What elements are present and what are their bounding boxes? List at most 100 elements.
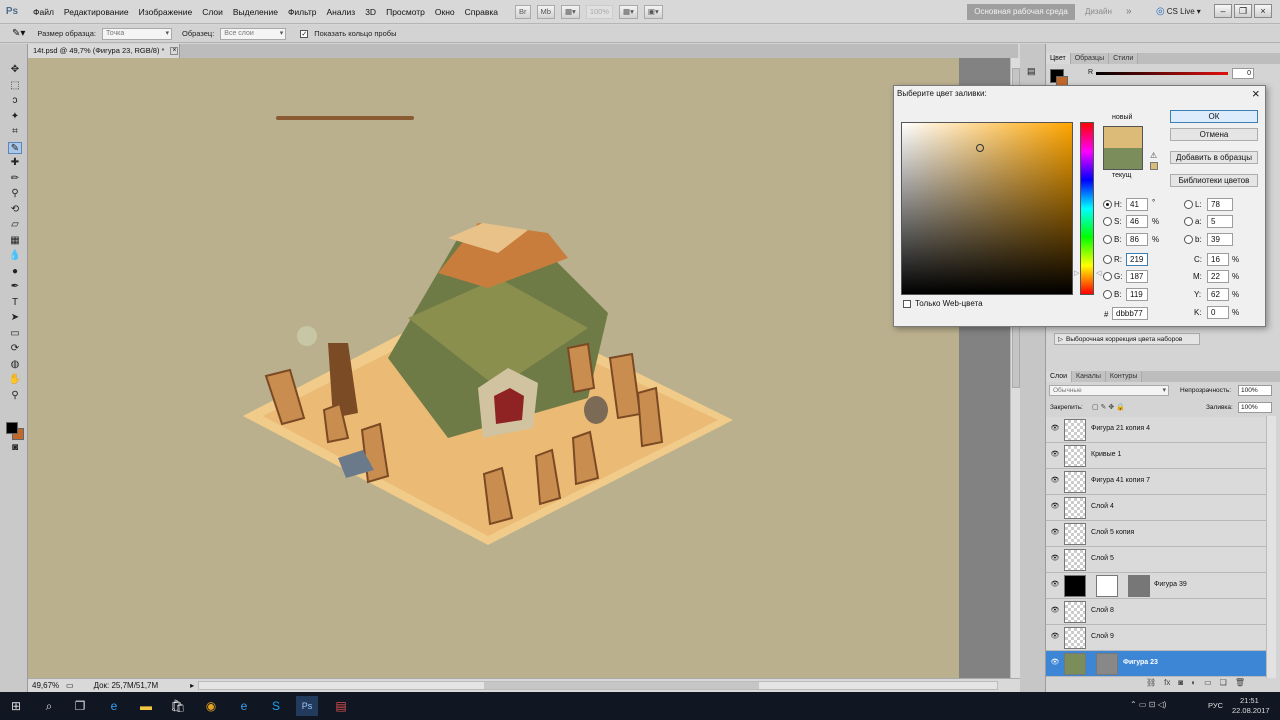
- web-only-option[interactable]: Только Web-цвета: [903, 299, 983, 308]
- status-menu-icon[interactable]: ▭: [66, 681, 74, 690]
- arrange-documents-button[interactable]: ▦▾: [619, 4, 638, 19]
- more-workspaces-button[interactable]: »: [1126, 4, 1132, 20]
- menu-item-5[interactable]: Фильтр: [283, 0, 322, 24]
- lock-icons[interactable]: ▢ ✎ ✥ 🔒: [1092, 403, 1125, 411]
- eraser-tool-icon[interactable]: ▱: [8, 219, 22, 231]
- cs-live-button[interactable]: ◎ CS Live ▾: [1156, 4, 1201, 20]
- chrome-icon[interactable]: ◉: [200, 696, 222, 716]
- cancel-button[interactable]: Отмена: [1170, 128, 1258, 141]
- l-field[interactable]: 78: [1207, 198, 1233, 211]
- current-color-swatch[interactable]: [1103, 148, 1143, 170]
- crop-tool-icon[interactable]: ⌗: [8, 126, 22, 138]
- sample-select[interactable]: Все слои: [220, 27, 287, 40]
- windows-start-icon[interactable]: ⊞: [5, 696, 27, 716]
- tab-paths[interactable]: Контуры: [1105, 371, 1143, 382]
- bridge-button[interactable]: Br: [515, 4, 531, 19]
- add-to-swatches-button[interactable]: Добавить в образцы: [1170, 151, 1258, 164]
- tab-channels[interactable]: Каналы: [1072, 371, 1106, 382]
- task-view-icon[interactable]: ❐: [69, 696, 91, 716]
- visibility-eye-icon[interactable]: 👁: [1050, 658, 1060, 668]
- menu-item-4[interactable]: Выделение: [228, 0, 283, 24]
- hue-slider-marker-right[interactable]: ◁: [1096, 269, 1101, 277]
- 3d-orbit-tool-icon[interactable]: ◍: [8, 359, 22, 371]
- visibility-eye-icon[interactable]: 👁: [1050, 606, 1060, 616]
- rgb-b-field[interactable]: 119: [1126, 288, 1148, 301]
- y-field[interactable]: 62: [1207, 288, 1229, 301]
- clock-date[interactable]: 22.08.2017: [1232, 706, 1270, 715]
- k-field[interactable]: 0: [1207, 306, 1229, 319]
- layer-row[interactable]: 👁 Кривые 1: [1046, 443, 1266, 469]
- menu-item-8[interactable]: Просмотр: [381, 0, 430, 24]
- visibility-eye-icon[interactable]: 👁: [1050, 554, 1060, 564]
- foreground-color-icon[interactable]: [6, 422, 18, 434]
- restore-button[interactable]: ❐: [1234, 4, 1252, 18]
- layer-row[interactable]: 👁 Слой 4: [1046, 495, 1266, 521]
- search-icon[interactable]: ⌕: [38, 696, 60, 716]
- b-field[interactable]: 86: [1126, 233, 1148, 246]
- menu-item-10[interactable]: Справка: [460, 0, 503, 24]
- opacity-field[interactable]: 100%: [1238, 385, 1272, 396]
- clone-stamp-tool-icon[interactable]: ⚲: [8, 188, 22, 200]
- layer-row[interactable]: 👁 Слой 5: [1046, 547, 1266, 573]
- lab-b-radio[interactable]: [1184, 235, 1193, 244]
- a-radio[interactable]: [1184, 217, 1193, 226]
- ie-icon[interactable]: e: [233, 696, 255, 716]
- show-ring-checkbox[interactable]: ✓: [300, 29, 309, 38]
- menu-item-2[interactable]: Изображение: [134, 0, 198, 24]
- rgb-b-radio[interactable]: [1103, 290, 1112, 299]
- color-libraries-button[interactable]: Библиотеки цветов: [1170, 174, 1258, 187]
- layer-row[interactable]: 👁 Фигура 21 копия 4: [1046, 417, 1266, 443]
- layer-style-icon[interactable]: fx: [1164, 678, 1170, 687]
- minibridge-button[interactable]: Mb: [536, 4, 555, 19]
- delete-layer-icon[interactable]: 🗑: [1235, 678, 1245, 687]
- gamut-swatch[interactable]: [1150, 162, 1158, 170]
- hex-field[interactable]: dbbb77: [1112, 307, 1148, 320]
- document-tab[interactable]: 14t.psd @ 49,7% (Фигура 23, RGB/8) * ×: [28, 44, 180, 58]
- saturation-brightness-field[interactable]: [901, 122, 1073, 295]
- zoom-tool-icon[interactable]: ⚲: [8, 390, 22, 402]
- layer-row[interactable]: 👁 Слой 9: [1046, 625, 1266, 651]
- adjustment-layer-icon[interactable]: ◐: [1191, 678, 1196, 687]
- minimize-button[interactable]: –: [1214, 4, 1232, 18]
- layer-mask-thumbnail[interactable]: [1096, 653, 1118, 675]
- history-brush-tool-icon[interactable]: ⟲: [8, 204, 22, 216]
- hue-slider[interactable]: [1080, 122, 1094, 295]
- layer-mask-thumbnail[interactable]: [1096, 575, 1118, 597]
- r-radio[interactable]: [1103, 255, 1112, 264]
- out-of-gamut-icon[interactable]: ⚠: [1150, 151, 1157, 160]
- clock-time[interactable]: 21:51: [1240, 696, 1259, 705]
- a-field[interactable]: 5: [1207, 215, 1233, 228]
- zoom-level[interactable]: 100%: [585, 4, 613, 19]
- marquee-tool-icon[interactable]: ⬚: [8, 80, 22, 92]
- color-field-cursor[interactable]: [976, 144, 984, 152]
- path-select-tool-icon[interactable]: ➤: [8, 312, 22, 324]
- photoshop-taskbar-icon[interactable]: Ps: [296, 696, 318, 716]
- menu-item-1[interactable]: Редактирование: [59, 0, 134, 24]
- dialog-close-button[interactable]: ×: [1252, 86, 1260, 102]
- m-field[interactable]: 22: [1207, 270, 1229, 283]
- menu-item-0[interactable]: Файл: [28, 0, 59, 24]
- layer-row[interactable]: 👁 Фигура 39: [1046, 573, 1266, 599]
- visibility-eye-icon[interactable]: 👁: [1050, 580, 1060, 590]
- language-indicator[interactable]: РУС: [1208, 701, 1223, 710]
- g-field[interactable]: 187: [1126, 270, 1148, 283]
- layer-row[interactable]: 👁 Фигура 41 копия 7: [1046, 469, 1266, 495]
- visibility-eye-icon[interactable]: 👁: [1050, 476, 1060, 486]
- tray-icons[interactable]: ⌃ ▭ ⊡ ◁): [1130, 700, 1166, 709]
- s-radio[interactable]: [1103, 217, 1112, 226]
- healing-tool-icon[interactable]: ✚: [8, 157, 22, 169]
- horizontal-scrollbar[interactable]: [198, 681, 998, 690]
- 3d-rotate-tool-icon[interactable]: ⟳: [8, 343, 22, 355]
- h-field[interactable]: 41: [1126, 198, 1148, 211]
- move-tool-icon[interactable]: ✥: [8, 64, 22, 76]
- horizontal-scroll-thumb[interactable]: [484, 682, 759, 689]
- new-group-icon[interactable]: ▭: [1204, 678, 1212, 687]
- type-tool-icon[interactable]: T: [8, 297, 22, 309]
- status-arrow-icon[interactable]: ▸: [190, 681, 194, 690]
- layer-row[interactable]: 👁 Слой 5 копия: [1046, 521, 1266, 547]
- store-icon[interactable]: 🛍: [167, 696, 189, 716]
- visibility-eye-icon[interactable]: 👁: [1050, 632, 1060, 642]
- layer-row[interactable]: 👁 Слой 8: [1046, 599, 1266, 625]
- add-mask-icon[interactable]: ◙: [1178, 678, 1183, 687]
- close-tab-icon[interactable]: ×: [170, 47, 179, 55]
